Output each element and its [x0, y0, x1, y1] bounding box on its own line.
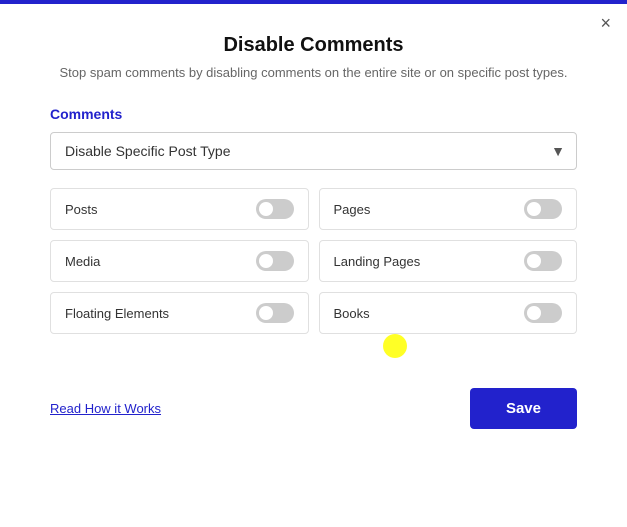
- toggle-item-floating: Floating Elements: [50, 292, 309, 334]
- slider-landing: [524, 251, 562, 271]
- toggle-label-landing: Landing Pages: [334, 254, 421, 269]
- read-how-it-works-link[interactable]: Read How it Works: [50, 401, 161, 416]
- modal-title: Disable Comments: [40, 34, 587, 57]
- toggle-label-books: Books: [334, 306, 370, 321]
- toggle-switch-floating[interactable]: [256, 303, 294, 323]
- slider-books: [524, 303, 562, 323]
- toggle-switch-books[interactable]: [524, 303, 562, 323]
- dropdown-wrapper: Disable Specific Post Type Disable All E…: [50, 132, 577, 170]
- modal-footer: Read How it Works Save: [0, 370, 627, 447]
- toggle-item-posts: Posts: [50, 188, 309, 230]
- toggle-switch-landing[interactable]: [524, 251, 562, 271]
- slider-pages: [524, 199, 562, 219]
- modal-subtitle: Stop spam comments by disabling comments…: [40, 65, 587, 80]
- toggle-label-pages: Pages: [334, 202, 371, 217]
- toggle-switch-pages[interactable]: [524, 199, 562, 219]
- toggle-grid: Posts Pages Media: [50, 188, 577, 334]
- toggle-item-landing: Landing Pages: [319, 240, 578, 282]
- slider-posts: [256, 199, 294, 219]
- toggle-label-floating: Floating Elements: [65, 306, 169, 321]
- toggle-switch-media[interactable]: [256, 251, 294, 271]
- toggle-label-media: Media: [65, 254, 100, 269]
- save-button[interactable]: Save: [470, 388, 577, 429]
- modal-header: Disable Comments Stop spam comments by d…: [0, 4, 627, 90]
- section-label: Comments: [50, 106, 577, 122]
- toggle-switch-posts[interactable]: [256, 199, 294, 219]
- toggle-item-pages: Pages: [319, 188, 578, 230]
- modal: × Disable Comments Stop spam comments by…: [0, 0, 627, 527]
- toggle-label-posts: Posts: [65, 202, 98, 217]
- modal-body: Comments Disable Specific Post Type Disa…: [0, 90, 627, 360]
- close-button[interactable]: ×: [600, 14, 611, 32]
- toggle-item-books: Books: [319, 292, 578, 334]
- slider-media: [256, 251, 294, 271]
- slider-floating: [256, 303, 294, 323]
- post-type-dropdown[interactable]: Disable Specific Post Type Disable All E…: [50, 132, 577, 170]
- toggle-item-media: Media: [50, 240, 309, 282]
